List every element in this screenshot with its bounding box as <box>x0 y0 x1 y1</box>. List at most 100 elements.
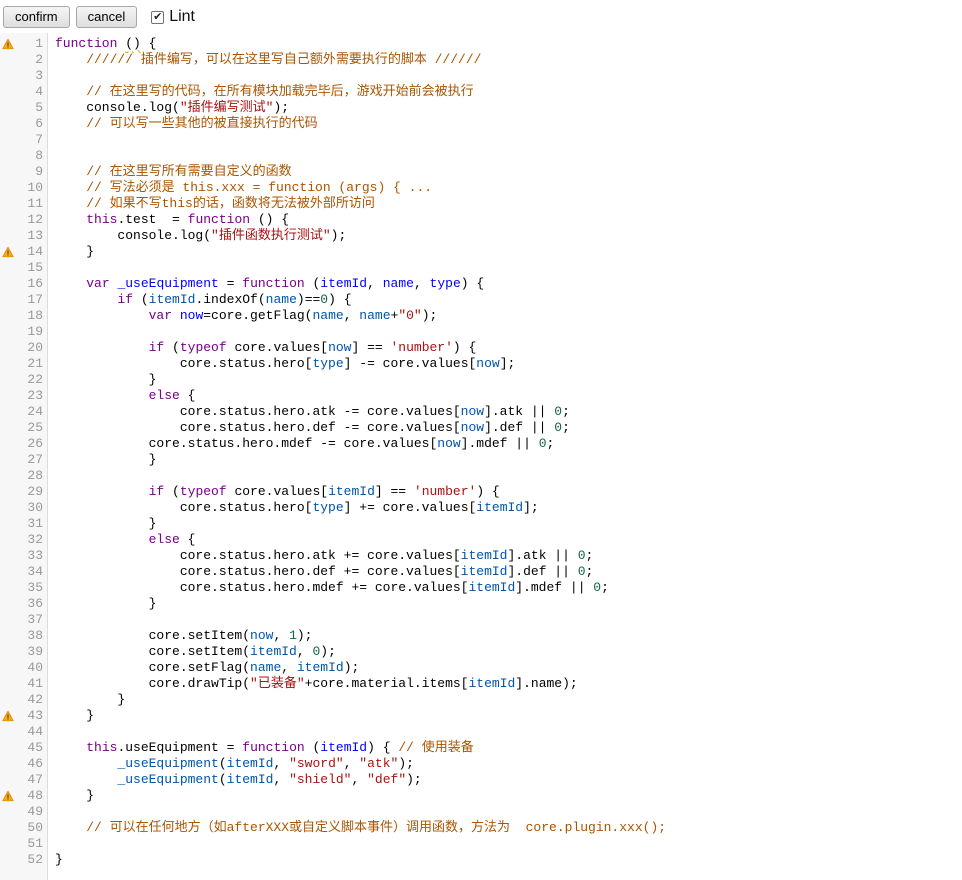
gutter-row: 15 <box>0 260 47 276</box>
gutter-row: 11 <box>0 196 47 212</box>
line-number: 40 <box>16 660 47 676</box>
code-line[interactable]: // 写法必须是 this.xxx = function (args) { ..… <box>55 180 962 196</box>
code-line[interactable]: } <box>55 516 962 532</box>
code-line[interactable] <box>55 804 962 820</box>
gutter: !12345678910111213!141516171819202122232… <box>0 33 48 880</box>
line-number: 3 <box>16 68 47 84</box>
gutter-row: 29 <box>0 484 47 500</box>
line-number: 27 <box>16 452 47 468</box>
code-line[interactable] <box>55 132 962 148</box>
code-line[interactable]: if (itemId.indexOf(name)==0) { <box>55 292 962 308</box>
gutter-row: !14 <box>0 244 47 260</box>
code-line[interactable]: } <box>55 452 962 468</box>
line-number: 32 <box>16 532 47 548</box>
code-line[interactable]: if (typeof core.values[now] == 'number')… <box>55 340 962 356</box>
code-line[interactable]: _useEquipment(itemId, "sword", "atk"); <box>55 756 962 772</box>
warning-triangle-icon[interactable]: ! <box>0 710 16 722</box>
svg-text:!: ! <box>6 42 11 50</box>
code-line[interactable]: core.setFlag(name, itemId); <box>55 660 962 676</box>
warning-triangle-icon[interactable]: ! <box>0 246 16 258</box>
code-line[interactable]: var now=core.getFlag(name, name+"0"); <box>55 308 962 324</box>
gutter-row: 40 <box>0 660 47 676</box>
cancel-button[interactable]: cancel <box>76 6 138 28</box>
code-line[interactable]: else { <box>55 388 962 404</box>
gutter-row: 20 <box>0 340 47 356</box>
code-line[interactable]: } <box>55 244 962 260</box>
svg-text:!: ! <box>6 250 11 258</box>
gutter-row: 26 <box>0 436 47 452</box>
code-line[interactable]: } <box>55 596 962 612</box>
code-lines[interactable]: function () { ////// 插件编写，可以在这里写自己额外需要执行… <box>48 33 962 880</box>
code-line[interactable]: core.setItem(now, 1); <box>55 628 962 644</box>
code-line[interactable]: } <box>55 708 962 724</box>
gutter-row: 46 <box>0 756 47 772</box>
line-number: 28 <box>16 468 47 484</box>
code-line[interactable]: } <box>55 852 962 868</box>
line-number: 20 <box>16 340 47 356</box>
code-line[interactable] <box>55 836 962 852</box>
code-line[interactable]: this.test = function () { <box>55 212 962 228</box>
gutter-row: 52 <box>0 852 47 868</box>
gutter-row: 45 <box>0 740 47 756</box>
code-line[interactable]: var _useEquipment = function (itemId, na… <box>55 276 962 292</box>
code-line[interactable]: if (typeof core.values[itemId] == 'numbe… <box>55 484 962 500</box>
line-number: 39 <box>16 644 47 660</box>
code-line[interactable]: core.status.hero.def -= core.values[now]… <box>55 420 962 436</box>
gutter-row: 30 <box>0 500 47 516</box>
code-line[interactable]: } <box>55 692 962 708</box>
line-number: 8 <box>16 148 47 164</box>
code-line[interactable] <box>55 260 962 276</box>
line-number: 33 <box>16 548 47 564</box>
code-line[interactable]: core.status.hero.mdef += core.values[ite… <box>55 580 962 596</box>
code-line[interactable]: // 在这里写的代码，在所有模块加载完毕后，游戏开始前会被执行 <box>55 84 962 100</box>
code-line[interactable]: core.status.hero[type] -= core.values[no… <box>55 356 962 372</box>
code-line[interactable]: } <box>55 372 962 388</box>
code-line[interactable]: // 在这里写所有需要自定义的函数 <box>55 164 962 180</box>
line-number: 10 <box>16 180 47 196</box>
code-editor[interactable]: !12345678910111213!141516171819202122232… <box>0 33 962 880</box>
line-number: 44 <box>16 724 47 740</box>
code-line[interactable]: core.status.hero.atk -= core.values[now]… <box>55 404 962 420</box>
confirm-button[interactable]: confirm <box>3 6 70 28</box>
code-line[interactable]: function () { <box>55 36 962 52</box>
svg-text:!: ! <box>6 714 11 722</box>
line-number: 36 <box>16 596 47 612</box>
code-line[interactable]: core.status.hero.mdef -= core.values[now… <box>55 436 962 452</box>
line-number: 18 <box>16 308 47 324</box>
code-line[interactable]: console.log("插件函数执行测试"); <box>55 228 962 244</box>
gutter-row: 50 <box>0 820 47 836</box>
code-line[interactable]: core.drawTip("已装备"+core.material.items[i… <box>55 676 962 692</box>
code-line[interactable]: } <box>55 788 962 804</box>
warning-triangle-icon[interactable]: ! <box>0 38 16 50</box>
code-line[interactable] <box>55 724 962 740</box>
code-line[interactable]: core.status.hero.def += core.values[item… <box>55 564 962 580</box>
code-line[interactable]: else { <box>55 532 962 548</box>
gutter-row: 37 <box>0 612 47 628</box>
line-number: 35 <box>16 580 47 596</box>
gutter-row: 33 <box>0 548 47 564</box>
code-line[interactable]: // 可以写一些其他的被直接执行的代码 <box>55 116 962 132</box>
line-number: 34 <box>16 564 47 580</box>
code-line[interactable] <box>55 468 962 484</box>
code-line[interactable]: ////// 插件编写，可以在这里写自己额外需要执行的脚本 ////// <box>55 52 962 68</box>
gutter-row: !43 <box>0 708 47 724</box>
code-line[interactable] <box>55 68 962 84</box>
gutter-row: 25 <box>0 420 47 436</box>
toolbar: confirm cancel Lint <box>0 0 962 33</box>
code-line[interactable] <box>55 324 962 340</box>
code-line[interactable]: this.useEquipment = function (itemId) { … <box>55 740 962 756</box>
code-line[interactable] <box>55 612 962 628</box>
line-number: 30 <box>16 500 47 516</box>
code-line[interactable]: core.setItem(itemId, 0); <box>55 644 962 660</box>
code-line[interactable]: // 如果不写this的话，函数将无法被外部所访问 <box>55 196 962 212</box>
code-line[interactable]: _useEquipment(itemId, "shield", "def"); <box>55 772 962 788</box>
code-line[interactable]: // 可以在任何地方（如afterXXX或自定义脚本事件）调用函数，方法为 co… <box>55 820 962 836</box>
gutter-row: 16 <box>0 276 47 292</box>
gutter-row: 22 <box>0 372 47 388</box>
code-line[interactable] <box>55 148 962 164</box>
code-line[interactable]: core.status.hero[type] += core.values[it… <box>55 500 962 516</box>
code-line[interactable]: console.log("插件编写测试"); <box>55 100 962 116</box>
lint-checkbox[interactable] <box>151 11 164 24</box>
warning-triangle-icon[interactable]: ! <box>0 790 16 802</box>
code-line[interactable]: core.status.hero.atk += core.values[item… <box>55 548 962 564</box>
